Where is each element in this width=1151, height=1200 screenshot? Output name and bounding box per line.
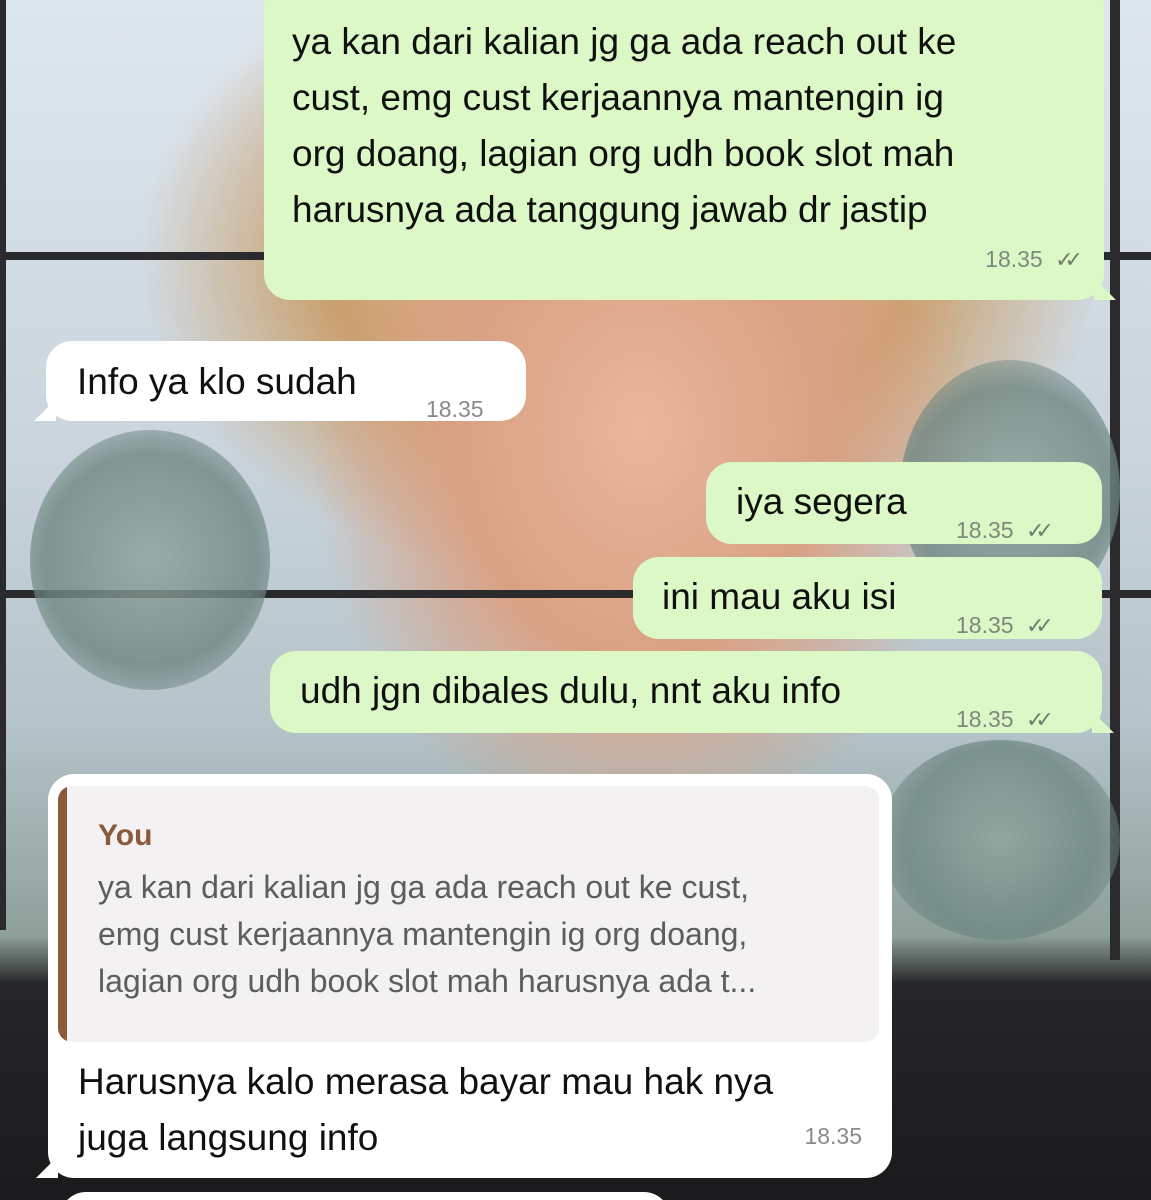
chat-view: ya kan dari kalian jg ga ada reach out k… (0, 0, 1151, 1200)
double-check-icon: ✓✓ (1055, 247, 1083, 272)
message-text: Harusnya kalo merasa bayar mau hak nya j… (78, 1061, 774, 1158)
bubble-tail (34, 399, 56, 421)
message-text: iya segera (736, 481, 907, 522)
message-time: 18.35 (985, 246, 1043, 272)
bubble-tail (1092, 711, 1114, 733)
message-time: 18.35 (426, 396, 484, 422)
bubble-tail (1094, 278, 1116, 300)
message-bubble-incoming-partial[interactable] (60, 1192, 670, 1200)
message-meta: 18.35 ✓✓ (956, 691, 1054, 748)
message-bubble-outgoing[interactable]: udh jgn dibales dulu, nnt aku info 18.35… (270, 651, 1114, 733)
quote-author: You (98, 819, 153, 852)
message-time: 18.35 (804, 1123, 862, 1149)
wallpaper-frame (0, 0, 6, 930)
message-text: Info ya klo sudah (77, 361, 357, 402)
wallpaper-plant (30, 430, 270, 690)
bubble-tail (36, 1156, 58, 1178)
message-meta: 18.35 ✓✓ (956, 502, 1054, 559)
double-check-icon: ✓✓ (1025, 613, 1054, 638)
message-meta: 18.35 ✓✓ (985, 231, 1083, 288)
message-bubble-outgoing[interactable]: iya segera 18.35 ✓✓ (706, 462, 1102, 544)
quote-accent-bar (58, 786, 67, 1042)
message-time: 18.35 (956, 706, 1014, 732)
message-text: udh jgn dibales dulu, nnt aku info (300, 670, 842, 711)
wallpaper-plant (880, 740, 1120, 940)
quote-text: ya kan dari kalian jg ga ada reach out k… (98, 869, 757, 999)
message-time: 18.35 (956, 612, 1014, 638)
message-text: ya kan dari kalian jg ga ada reach out k… (292, 21, 957, 230)
reply-quote[interactable]: You ya kan dari kalian jg ga ada reach o… (58, 786, 879, 1042)
message-text: ini mau aku isi (662, 576, 897, 617)
message-time: 18.35 (956, 517, 1014, 543)
message-meta: 18.35 ✓✓ (956, 597, 1054, 654)
message-bubble-outgoing[interactable]: ini mau aku isi 18.35 ✓✓ (633, 557, 1102, 639)
message-bubble-incoming[interactable]: You ya kan dari kalian jg ga ada reach o… (36, 774, 892, 1178)
double-check-icon: ✓✓ (1025, 518, 1054, 543)
double-check-icon: ✓✓ (1025, 707, 1054, 732)
message-bubble-outgoing[interactable]: ya kan dari kalian jg ga ada reach out k… (264, 0, 1116, 300)
message-bubble-incoming[interactable]: Info ya klo sudah 18.35 (34, 341, 526, 422)
